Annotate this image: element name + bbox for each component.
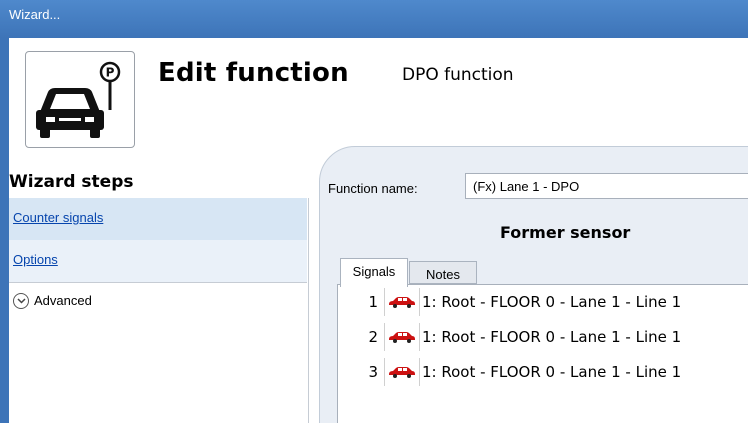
signal-text: 1: Root - FLOOR 0 - Lane 1 - Line 1: [422, 363, 682, 381]
page-subtitle: DPO function: [402, 65, 514, 85]
signal-index: 1: [368, 293, 378, 311]
signal-text: 1: Root - FLOOR 0 - Lane 1 - Line 1: [422, 328, 682, 346]
list-item[interactable]: 3 1: Root - FLOOR 0 - Lane 1 - Line 1: [338, 357, 748, 387]
car-icon: [384, 358, 420, 386]
signal-text: 1: Root - FLOOR 0 - Lane 1 - Line 1: [422, 293, 682, 311]
tab-signals[interactable]: Signals: [340, 258, 408, 287]
wizard-window: P Edit function DPO function Wizard step…: [0, 38, 748, 423]
section-title: Former sensor: [500, 223, 631, 242]
sidebar-item-counter-signals[interactable]: Counter signals: [9, 198, 307, 240]
window-title-bar: Wizard...: [0, 0, 748, 38]
function-icon-box: P: [25, 51, 135, 148]
sidebar-item-options[interactable]: Options: [9, 240, 307, 282]
list-item[interactable]: 1 1: Root - FLOOR 0 - Lane 1 - Line 1: [338, 287, 748, 317]
wizard-steps-sidebar: Counter signals Options Advanced: [9, 198, 309, 423]
function-name-input[interactable]: (Fx) Lane 1 - DPO: [465, 173, 748, 199]
car-icon: [384, 288, 420, 316]
options-link[interactable]: Options: [13, 252, 58, 267]
tab-notes[interactable]: Notes: [409, 261, 477, 284]
advanced-expander[interactable]: Advanced: [9, 282, 307, 312]
function-name-label: Function name:: [328, 181, 418, 196]
window-title: Wizard...: [9, 7, 61, 22]
list-item[interactable]: 2 1: Root - FLOOR 0 - Lane 1 - Line 1: [338, 322, 748, 352]
svg-text:P: P: [106, 66, 115, 80]
signal-index: 3: [368, 363, 378, 381]
parking-car-icon: P: [36, 61, 121, 138]
counter-signals-link[interactable]: Counter signals: [13, 210, 103, 225]
car-icon: [384, 323, 420, 351]
wizard-steps-heading: Wizard steps: [9, 172, 134, 192]
signals-list: 1 1: Root - FLOOR 0 - Lane 1 - Line 1 2 …: [337, 284, 748, 423]
advanced-label: Advanced: [34, 293, 92, 308]
chevron-down-circle-icon[interactable]: [13, 292, 29, 309]
function-panel: Function name: (Fx) Lane 1 - DPO Former …: [319, 146, 748, 423]
signal-index: 2: [368, 328, 378, 346]
page-title: Edit function: [158, 58, 349, 88]
